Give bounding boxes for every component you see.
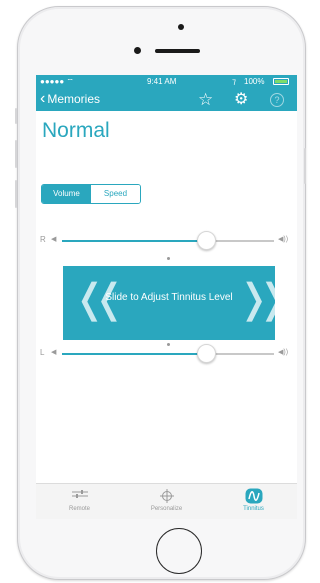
left-ear-slider[interactable]: L ◀ ◀)) (36, 344, 297, 364)
tab-bar: Remote Personalize Tinnitus (36, 483, 297, 519)
battery-icon (273, 78, 289, 85)
right-slider-track (206, 240, 274, 242)
volume-low-icon: ◀ (51, 236, 57, 243)
connector-dot-top (167, 257, 170, 260)
volume-down-button[interactable] (15, 180, 17, 208)
volume-high-icon: ◀)) (278, 349, 289, 356)
status-time: 9:41 AM (147, 77, 177, 86)
volume-segment[interactable]: Volume (42, 185, 91, 203)
right-ear-slider[interactable]: R ◀ ◀)) (36, 231, 297, 251)
volume-up-button[interactable] (15, 140, 17, 168)
star-icon[interactable]: ☆ (198, 91, 213, 109)
back-button-label: Memories (47, 92, 101, 106)
proximity-sensor (178, 24, 184, 30)
battery-percentage: 100% (244, 77, 265, 86)
tab-personalize[interactable]: Personalize (123, 488, 210, 512)
navigation-bar: ‹ Memories ☆ ⚙ ? (36, 89, 297, 111)
right-slider-fill (62, 240, 207, 242)
crosshair-icon (123, 488, 210, 504)
right-side-label: R (40, 235, 46, 244)
tab-tinnitus[interactable]: Tinnitus (210, 488, 297, 512)
mode-segmented-control: Volume Speed (41, 184, 141, 204)
tinnitus-wave-icon (210, 488, 297, 504)
double-chevron-right-icon: ❭❭ (237, 277, 290, 321)
back-button[interactable]: ‹ Memories (40, 90, 101, 107)
tab-remote-label: Remote (68, 506, 90, 512)
tinnitus-adjust-label: Slide to Adjust Tinnitus Level (105, 292, 233, 303)
speed-segment[interactable]: Speed (91, 185, 140, 203)
chevron-left-icon: ‹ (40, 90, 46, 107)
tab-personalize-label: Personalize (150, 506, 183, 512)
app-screen: ●●●●● ⌔ 9:41 AM ⁊ 100% ‹ Memories ☆ ⚙ ? … (36, 75, 297, 519)
left-slider-track (206, 353, 274, 355)
help-icon[interactable]: ? (270, 93, 284, 107)
left-slider-thumb[interactable] (196, 344, 216, 363)
tab-tinnitus-label: Tinnitus (243, 506, 264, 512)
bluetooth-icon: ⁊ (232, 77, 236, 86)
status-bar: ●●●●● ⌔ 9:41 AM ⁊ 100% (36, 75, 297, 89)
left-side-label: L (40, 348, 45, 357)
power-button[interactable] (304, 148, 306, 184)
sliders-icon (36, 488, 123, 504)
gear-icon[interactable]: ⚙ (234, 91, 248, 109)
volume-low-icon: ◀ (51, 349, 57, 356)
tab-remote[interactable]: Remote (36, 488, 123, 512)
earpiece-speaker (155, 49, 200, 53)
volume-high-icon: ◀)) (278, 236, 289, 243)
left-slider-fill (62, 353, 207, 355)
tinnitus-adjust-slider[interactable]: ❬❬ Slide to Adjust Tinnitus Level ❭❭ (63, 266, 290, 340)
signal-indicator: ●●●●● ⌔ (40, 77, 74, 86)
home-button[interactable] (156, 528, 202, 574)
mute-switch[interactable] (15, 108, 17, 124)
page-title: Normal (42, 119, 110, 142)
front-camera (134, 47, 141, 54)
right-slider-thumb[interactable] (196, 231, 216, 250)
